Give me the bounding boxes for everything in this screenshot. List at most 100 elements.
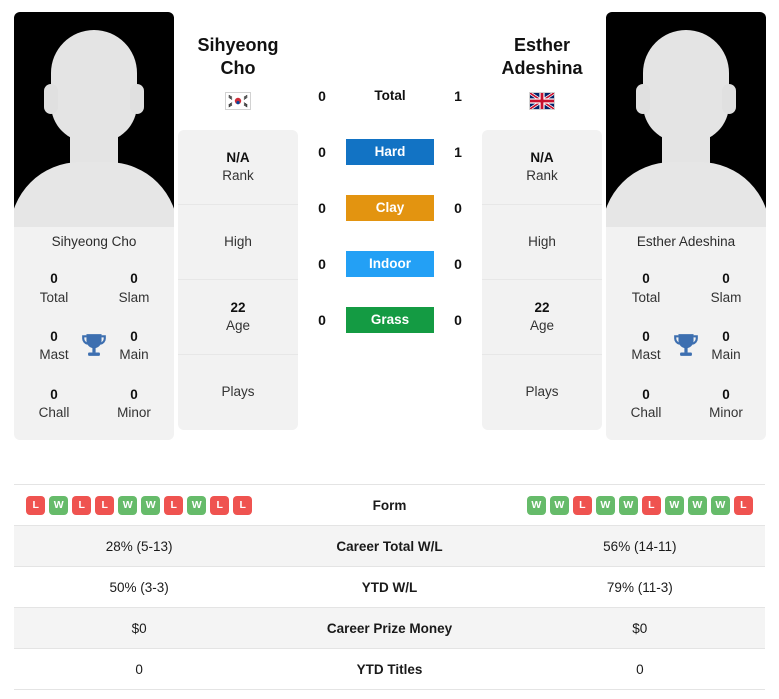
left-ytd-wl: 50% (3-3) (109, 579, 169, 595)
h2h-clay-left-score: 0 (318, 200, 326, 216)
left-form-badges: LWLLWWLWLL (14, 495, 264, 515)
left-titles-chall: 0 Chall (14, 381, 94, 427)
left-titles-slam-label: Slam (118, 289, 150, 305)
left-plays-cell: Plays (178, 355, 298, 430)
form-badge-w: W (549, 495, 569, 515)
form-badge-w: W (526, 495, 546, 515)
left-titles-minor: 0 Minor (94, 381, 174, 427)
left-player-photo (14, 12, 174, 227)
right-age-value: 22 (534, 299, 550, 315)
form-badge-w: W (618, 495, 638, 515)
right-age-cell: 22 Age (482, 280, 602, 356)
trophy-icon (82, 333, 106, 356)
right-ytd-titles: 0 (636, 661, 644, 677)
right-player-info: Esther Adeshina N/A Rank High 22 Age Pla… (482, 12, 602, 431)
form-badge-w: W (664, 495, 684, 515)
h2h-row-total: 0 Total 1 (298, 68, 482, 124)
avatar-head-icon (51, 30, 137, 142)
right-player-photo (606, 12, 766, 227)
right-high-label: High (528, 233, 556, 249)
flag-south-korea-icon (225, 92, 251, 111)
table-row-ytd-wl: 50% (3-3) YTD W/L 79% (11-3) (14, 567, 765, 608)
right-plays-cell: Plays (482, 355, 602, 430)
right-career-total-wl: 56% (14-11) (603, 538, 677, 554)
left-player-name: Sihyeong Cho (178, 34, 298, 80)
right-player-name: Esther Adeshina (482, 34, 602, 80)
left-titles-slam: 0 Slam (94, 265, 174, 311)
row-label-ytd-titles: YTD Titles (356, 661, 423, 677)
flag-united-kingdom-icon (529, 92, 555, 111)
left-ytd-titles: 0 (135, 661, 143, 677)
h2h-grass-badge[interactable]: Grass (346, 307, 434, 333)
form-badge-w: W (595, 495, 615, 515)
avatar-ear-right-icon (722, 84, 736, 114)
right-player-photo-caption: Esther Adeshina (606, 227, 766, 257)
right-titles-slam: 0 Slam (686, 265, 766, 311)
table-row-form: LWLLWWLWLL Form WWLWWLWWWL (14, 485, 765, 526)
left-titles-box: 0 Total 0 Slam 0 Mast 0 Main 0 Chall 0 M… (14, 257, 174, 441)
left-high-label: High (224, 233, 252, 249)
left-rank-card: N/A Rank High 22 Age Plays (178, 130, 298, 431)
row-label-ytd-wl: YTD W/L (361, 579, 418, 595)
right-titles-box: 0 Total 0 Slam 0 Mast 0 Main 0 Chall 0 M… (606, 257, 766, 441)
avatar-ear-left-icon (636, 84, 650, 114)
left-age-value: 22 (230, 299, 246, 315)
h2h-total-right-score: 1 (454, 88, 462, 104)
form-badge-w: W (710, 495, 730, 515)
form-badge-l: L (572, 495, 592, 515)
form-badge-w: W (687, 495, 707, 515)
right-player-card[interactable]: Esther Adeshina 0 Total 0 Slam 0 Mast 0 … (606, 12, 766, 441)
form-badge-w: W (118, 495, 138, 515)
right-titles-total-value: 0 (642, 271, 650, 286)
form-badge-w: W (49, 495, 69, 515)
left-rank-cell: N/A Rank (178, 130, 298, 206)
left-titles-total: 0 Total (14, 265, 94, 311)
left-player-card[interactable]: Sihyeong Cho 0 Total 0 Slam 0 Mast 0 Mai… (14, 12, 174, 441)
right-titles-slam-value: 0 (722, 271, 730, 286)
left-career-prize-money: $0 (131, 620, 147, 636)
right-titles-grid: 0 Total 0 Slam 0 Mast 0 Main 0 Chall 0 M… (606, 265, 766, 426)
left-age-label: Age (225, 318, 251, 334)
h2h-clay-badge[interactable]: Clay (346, 195, 434, 221)
h2h-hard-badge[interactable]: Hard (346, 139, 434, 165)
left-rank-label: Rank (222, 168, 254, 184)
head-to-head-scores: 0 Total 1 0 Hard 1 0 Clay 0 0 Indoor 0 0 (298, 12, 482, 348)
form-badge-w: W (187, 495, 207, 515)
h2h-total-left-score: 0 (318, 88, 326, 104)
h2h-row-indoor: 0 Indoor 0 (298, 236, 482, 292)
right-player-first-name: Esther (513, 35, 571, 55)
right-titles-chall: 0 Chall (606, 381, 686, 427)
h2h-row-hard: 0 Hard 1 (298, 124, 482, 180)
right-rank-value: N/A (530, 149, 554, 165)
table-row-career-prize-money: $0 Career Prize Money $0 (14, 608, 765, 649)
row-label-form: Form (372, 497, 407, 513)
left-career-total-wl: 28% (5-13) (105, 538, 173, 554)
h2h-row-clay: 0 Clay 0 (298, 180, 482, 236)
left-titles-chall-label: Chall (38, 405, 70, 421)
left-titles-minor-value: 0 (130, 386, 138, 402)
form-badge-l: L (210, 495, 230, 515)
table-row-ytd-titles: 0 YTD Titles 0 (14, 649, 765, 690)
right-rank-label: Rank (526, 168, 558, 184)
left-titles-slam-value: 0 (130, 271, 138, 286)
form-badge-w: W (141, 495, 161, 515)
left-age-cell: 22 Age (178, 280, 298, 356)
right-rank-card: N/A Rank High 22 Age Plays (482, 130, 602, 431)
form-badge-l: L (233, 495, 253, 515)
stats-table: LWLLWWLWLL Form WWLWWLWWWL 28% (5-13) Ca… (14, 484, 765, 690)
form-badge-l: L (26, 495, 46, 515)
row-label-career-prize-money: Career Prize Money (326, 620, 453, 636)
h2h-hard-left-score: 0 (318, 144, 326, 160)
h2h-clay-right-score: 0 (454, 200, 462, 216)
table-row-career-total-wl: 28% (5-13) Career Total W/L 56% (14-11) (14, 526, 765, 567)
left-player-photo-caption: Sihyeong Cho (14, 227, 174, 257)
h2h-indoor-badge[interactable]: Indoor (346, 251, 434, 277)
avatar-ear-left-icon (44, 84, 58, 114)
right-age-label: Age (529, 318, 555, 334)
left-player-last-name: Cho (220, 58, 256, 79)
left-titles-total-label: Total (39, 289, 69, 305)
left-titles-chall-value: 0 (50, 386, 58, 402)
comparison-header: Sihyeong Cho 0 Total 0 Slam 0 Mast 0 Mai… (0, 0, 779, 478)
row-label-career-total-wl: Career Total W/L (336, 538, 443, 554)
h2h-total-label: Total (374, 88, 406, 103)
